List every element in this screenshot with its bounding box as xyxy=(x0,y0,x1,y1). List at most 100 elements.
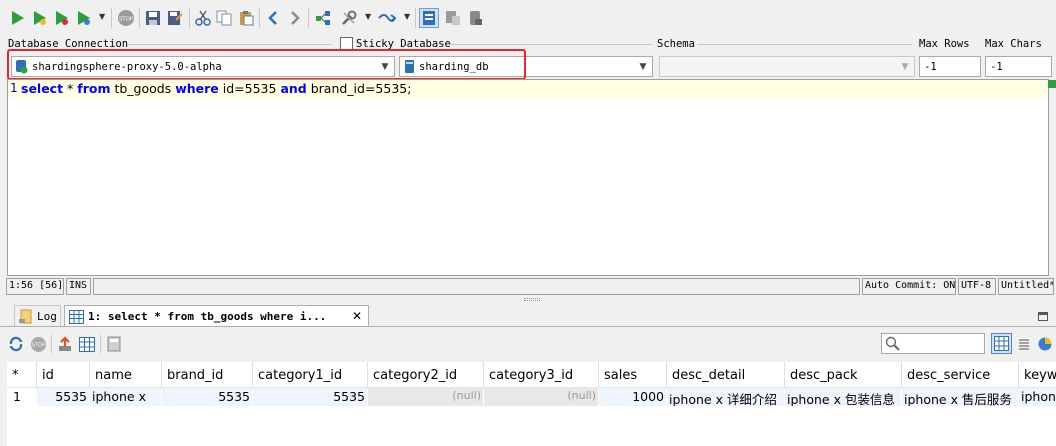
grid-mode-icon[interactable] xyxy=(991,333,1012,354)
svg-text:STOP: STOP xyxy=(31,342,44,348)
transaction-icon[interactable] xyxy=(377,8,397,28)
main-toolbar: ▼ STOP ▼ ▼ xyxy=(0,0,1056,36)
toolbar-separator xyxy=(259,8,260,28)
row-number[interactable]: 1 xyxy=(7,388,37,406)
stop-icon[interactable]: STOP xyxy=(29,335,47,353)
pie-chart-icon[interactable] xyxy=(1036,335,1054,353)
execute-explain-icon[interactable] xyxy=(73,8,93,28)
execute-dropdown-icon[interactable]: ▼ xyxy=(99,12,105,21)
save-as-icon[interactable] xyxy=(165,8,185,28)
sql-text: id=5535 xyxy=(218,81,281,96)
table-cell[interactable]: iphone x xyxy=(90,388,161,406)
tab-result-label: 1: select * from tb_goods where i... xyxy=(88,310,327,323)
chevron-down-icon[interactable]: ▼ xyxy=(634,57,652,76)
table-cell[interactable]: 5535 xyxy=(37,388,89,406)
table-cell[interactable]: (null) xyxy=(484,388,598,406)
column-header[interactable]: name xyxy=(90,362,162,388)
table-cell[interactable]: 5535 xyxy=(253,388,367,406)
schema-label: Schema xyxy=(657,38,695,50)
schema-select[interactable]: ▼ xyxy=(659,56,915,77)
search-icon xyxy=(885,336,900,351)
query-builder-icon[interactable] xyxy=(313,8,333,28)
sql-editor-icon[interactable] xyxy=(419,8,439,28)
encoding-status[interactable]: UTF-8 xyxy=(958,278,996,295)
database-icon[interactable] xyxy=(465,8,485,28)
insert-mode: INS xyxy=(66,278,91,295)
svg-text:STOP: STOP xyxy=(119,17,134,23)
save-icon[interactable] xyxy=(143,8,163,28)
forward-icon[interactable] xyxy=(285,8,305,28)
toolbar-separator xyxy=(111,8,112,28)
export-icon[interactable] xyxy=(56,335,74,353)
column-header[interactable]: category3_id xyxy=(484,362,599,388)
sql-keyword: and xyxy=(280,81,307,96)
column-header[interactable]: brand_id xyxy=(162,362,253,388)
execute-icon[interactable] xyxy=(7,8,27,28)
column-header[interactable]: category2_id xyxy=(368,362,484,388)
sql-keyword: where xyxy=(175,81,219,96)
max-chars-value: -1 xyxy=(990,60,1003,73)
log-icon xyxy=(19,309,33,324)
max-rows-input[interactable]: -1 xyxy=(919,56,981,77)
refresh-icon[interactable] xyxy=(7,335,25,353)
close-icon[interactable]: ✕ xyxy=(352,309,362,323)
column-header[interactable]: sales xyxy=(599,362,667,388)
max-chars-input[interactable]: -1 xyxy=(985,56,1052,77)
sql-keyword: select xyxy=(21,81,64,96)
column-header[interactable]: desc_pack xyxy=(785,362,902,388)
status-message xyxy=(93,278,860,295)
sql-code-line[interactable]: select * from tb_goods where id=5535 and… xyxy=(21,81,411,96)
stop-icon[interactable]: STOP xyxy=(116,8,136,28)
tab-log[interactable]: Log xyxy=(14,305,61,327)
column-header[interactable]: desc_service xyxy=(902,362,1019,388)
row-marker-header[interactable]: * xyxy=(7,362,37,388)
cut-icon[interactable] xyxy=(193,8,213,28)
result-grid[interactable]: * id name brand_id category1_id category2_id c… xyxy=(7,362,1056,446)
toolbar-separator xyxy=(100,335,101,353)
column-header[interactable]: category1_id xyxy=(253,362,368,388)
tools-dropdown-icon[interactable]: ▼ xyxy=(365,12,371,21)
toolbar-separator xyxy=(308,8,309,28)
execute-current-icon[interactable] xyxy=(29,8,49,28)
annotation-highlight-box xyxy=(7,49,526,80)
grid-view-icon[interactable] xyxy=(78,335,96,353)
calculator-icon[interactable] xyxy=(105,335,123,353)
transaction-dropdown-icon[interactable]: ▼ xyxy=(404,12,410,21)
table-cell[interactable]: iphon xyxy=(1019,388,1056,406)
splitter-handle[interactable] xyxy=(524,298,540,301)
filter-input[interactable] xyxy=(881,333,985,354)
paste-icon[interactable] xyxy=(236,8,256,28)
max-rows-value: -1 xyxy=(924,60,937,73)
table-cell[interactable]: 5535 xyxy=(162,388,252,406)
table-cell[interactable]: iphone x 包装信息 xyxy=(785,388,901,406)
label-divider xyxy=(127,44,332,45)
max-rows-label: Max Rows xyxy=(919,38,970,50)
table-cell[interactable]: (null) xyxy=(368,388,483,406)
layout-icon[interactable] xyxy=(443,8,463,28)
tab-strip-border xyxy=(0,326,1056,327)
sql-text: brand_id=5535; xyxy=(306,81,412,96)
chevron-down-icon[interactable]: ▼ xyxy=(896,57,914,76)
auto-commit-status[interactable]: Auto Commit: ON xyxy=(862,278,956,295)
column-header[interactable]: desc_detail xyxy=(667,362,785,388)
tools-icon[interactable] xyxy=(339,8,359,28)
tab-log-label: Log xyxy=(37,310,57,323)
maximize-icon[interactable] xyxy=(1038,312,1048,321)
cursor-position: 1:56 [56] xyxy=(6,278,64,295)
table-cell[interactable]: iphone x 售后服务 xyxy=(902,388,1018,406)
sql-text: * xyxy=(63,81,78,96)
max-chars-label: Max Chars xyxy=(985,38,1042,50)
table-cell[interactable]: iphone x 详细介绍 xyxy=(667,388,784,406)
text-mode-icon[interactable] xyxy=(1015,335,1033,353)
tab-result-1[interactable]: 1: select * from tb_goods where i... ✕ xyxy=(64,305,369,327)
sql-text: tb_goods xyxy=(110,81,176,96)
column-header[interactable]: keyw xyxy=(1019,362,1056,388)
back-icon[interactable] xyxy=(263,8,283,28)
sql-editor[interactable]: 1 select * from tb_goods where id=5535 a… xyxy=(7,79,1049,276)
toolbar-separator xyxy=(51,335,52,353)
toolbar-separator xyxy=(415,8,416,28)
copy-icon[interactable] xyxy=(214,8,234,28)
table-cell[interactable]: 1000 xyxy=(599,388,666,406)
execute-script-icon[interactable] xyxy=(51,8,71,28)
column-header[interactable]: id xyxy=(37,362,90,388)
